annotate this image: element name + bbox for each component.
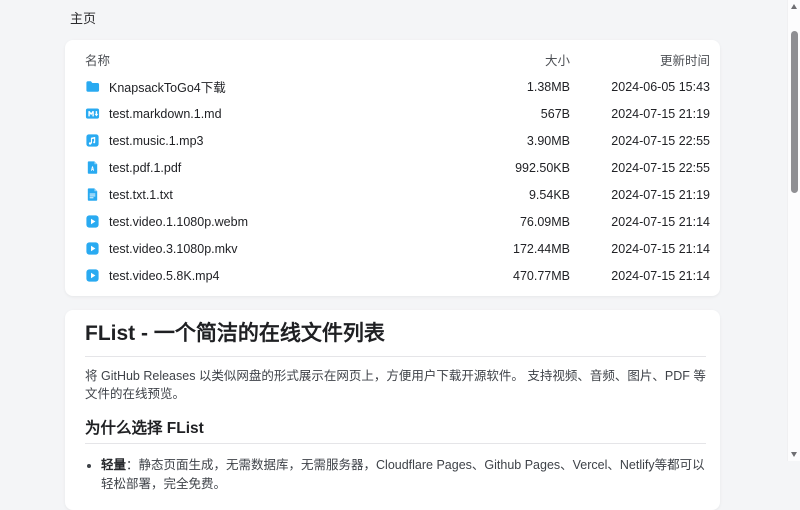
music-file-icon <box>85 133 100 148</box>
table-row[interactable]: test.video.1.1080p.webm 76.09MB2024-07-15… <box>65 208 720 235</box>
readme-feature-list: 轻量：静态页面生成，无需数据库，无需服务器，Cloudflare Pages、G… <box>85 456 706 494</box>
scrollbar-thumb[interactable] <box>791 31 798 193</box>
table-row[interactable]: test.markdown.1.md 567B2024-07-15 21:19 <box>65 100 720 127</box>
file-size: 76.09MB <box>460 215 570 229</box>
file-size: 1.38MB <box>460 80 570 94</box>
feature-term: 轻量 <box>101 458 126 472</box>
file-name: test.music.1.mp3 <box>109 134 203 148</box>
table-row[interactable]: test.music.1.mp3 3.90MB2024-07-15 22:55 <box>65 127 720 154</box>
text-file-icon <box>85 187 100 202</box>
feature-text: ：静态页面生成，无需数据库，无需服务器，Cloudflare Pages、Git… <box>101 458 705 491</box>
file-name-cell: test.txt.1.txt <box>85 187 460 202</box>
folder-icon <box>85 79 100 94</box>
file-name-cell: test.markdown.1.md <box>85 106 460 121</box>
column-header-modified: 更新时间 <box>570 50 710 69</box>
list-item: 轻量：静态页面生成，无需数据库，无需服务器，Cloudflare Pages、G… <box>101 456 706 494</box>
file-modified: 2024-07-15 21:14 <box>570 215 710 229</box>
file-name-cell: KnapsackToGo4下载 <box>85 77 460 96</box>
file-name-cell: test.video.1.1080p.webm <box>85 214 460 229</box>
file-name-cell: test.music.1.mp3 <box>85 133 460 148</box>
file-modified: 2024-07-15 21:19 <box>570 188 710 202</box>
scrollbar-down-arrow-icon[interactable] <box>791 452 797 457</box>
file-name: test.pdf.1.pdf <box>109 161 181 175</box>
video-file-icon <box>85 241 100 256</box>
file-size: 3.90MB <box>460 134 570 148</box>
readme-title: FList - 一个简洁的在线文件列表 <box>85 320 706 357</box>
file-modified: 2024-07-15 22:55 <box>570 134 710 148</box>
file-size: 9.54KB <box>460 188 570 202</box>
video-file-icon <box>85 268 100 283</box>
file-name-cell: test.video.3.1080p.mkv <box>85 241 460 256</box>
video-file-icon <box>85 214 100 229</box>
pdf-file-icon <box>85 160 100 175</box>
table-row[interactable]: test.txt.1.txt 9.54KB2024-07-15 21:19 <box>65 181 720 208</box>
breadcrumb-home-link[interactable]: 主页 <box>70 8 96 27</box>
table-row[interactable]: test.video.3.1080p.mkv 172.44MB2024-07-15… <box>65 235 720 262</box>
file-name: test.markdown.1.md <box>109 107 222 121</box>
file-table-header: 名称 大小 更新时间 <box>65 45 720 73</box>
file-modified: 2024-06-05 15:43 <box>570 80 710 94</box>
file-name: test.video.5.8K.mp4 <box>109 269 219 283</box>
table-row[interactable]: KnapsackToGo4下载 1.38MB2024-06-05 15:43 <box>65 73 720 100</box>
readme-why-title: 为什么选择 FList <box>85 419 706 444</box>
readme-card: FList - 一个简洁的在线文件列表 将 GitHub Releases 以类… <box>65 310 720 510</box>
file-name: test.video.1.1080p.webm <box>109 215 248 229</box>
file-rows: KnapsackToGo4下载 1.38MB2024-06-05 15:43 tes… <box>65 73 720 289</box>
file-name: test.txt.1.txt <box>109 188 173 202</box>
markdown-file-icon <box>85 106 100 121</box>
file-modified: 2024-07-15 22:55 <box>570 161 710 175</box>
column-header-size: 大小 <box>460 50 570 69</box>
file-size: 992.50KB <box>460 161 570 175</box>
file-name-cell: test.video.5.8K.mp4 <box>85 268 460 283</box>
file-modified: 2024-07-15 21:14 <box>570 269 710 283</box>
file-modified: 2024-07-15 21:14 <box>570 242 710 256</box>
file-size: 172.44MB <box>460 242 570 256</box>
scrollbar-up-arrow-icon[interactable] <box>791 4 797 9</box>
file-name-cell: test.pdf.1.pdf <box>85 160 460 175</box>
file-list-card: 名称 大小 更新时间 KnapsackToGo4下载 1.38MB2024-06-… <box>65 40 720 296</box>
file-size: 470.77MB <box>460 269 570 283</box>
column-header-name: 名称 <box>85 50 460 69</box>
table-row[interactable]: test.video.5.8K.mp4 470.77MB2024-07-15 21… <box>65 262 720 289</box>
scrollbar-track[interactable] <box>787 0 800 461</box>
file-name: KnapsackToGo4下载 <box>109 77 226 96</box>
file-size: 567B <box>460 107 570 121</box>
file-modified: 2024-07-15 21:19 <box>570 107 710 121</box>
file-name: test.video.3.1080p.mkv <box>109 242 238 256</box>
readme-intro: 将 GitHub Releases 以类似网盘的形式展示在网页上，方便用户下载开… <box>85 367 706 403</box>
table-row[interactable]: test.pdf.1.pdf 992.50KB2024-07-15 22:55 <box>65 154 720 181</box>
